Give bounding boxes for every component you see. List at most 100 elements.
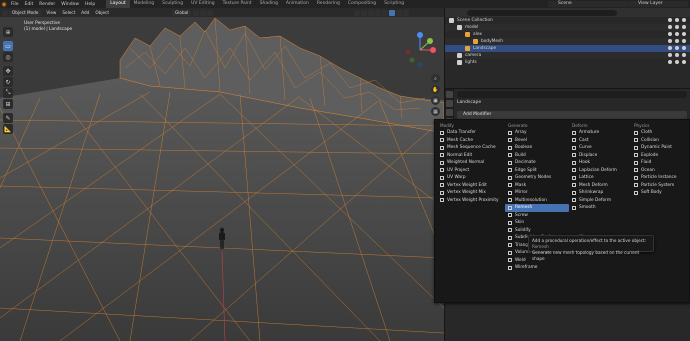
display-mode-icon[interactable]	[456, 9, 462, 16]
new-collection-icon[interactable]	[630, 9, 636, 16]
menu-item-laplacian-deform[interactable]: Laplacian Deform	[569, 167, 633, 175]
eye-icon[interactable]	[675, 32, 679, 36]
move-icon[interactable]: ✥	[3, 66, 13, 76]
menu-item-mesh-cache[interactable]: Mesh Cache	[437, 137, 501, 145]
menu-item-curve[interactable]: Curve	[569, 144, 633, 152]
menu-select[interactable]: Select	[59, 10, 78, 15]
scale-icon[interactable]: ⤡	[3, 88, 13, 98]
grid-view-icon[interactable]: ▦	[431, 107, 440, 116]
tab-rendering[interactable]: Rendering	[313, 0, 344, 8]
menu-item-uv-project[interactable]: UV Project	[437, 167, 501, 175]
menu-item-collision[interactable]: Collision	[631, 137, 690, 145]
menu-item-cloth[interactable]: Cloth	[631, 129, 690, 137]
rotate-icon[interactable]: ↻	[3, 77, 13, 87]
menu-item-ocean[interactable]: Ocean	[631, 167, 690, 175]
tab-texture-paint[interactable]: Texture Paint	[219, 0, 256, 8]
tab-tool-icon[interactable]	[446, 91, 453, 98]
outliner-row[interactable]: bodyMesh	[445, 38, 690, 45]
tab-output-icon[interactable]	[446, 109, 453, 116]
editor-type-icon[interactable]	[449, 9, 455, 16]
tab-scripting[interactable]: Scripting	[380, 0, 408, 8]
checkbox-icon[interactable]	[668, 18, 672, 22]
filter-icon[interactable]	[623, 9, 629, 16]
overlay-toggle-icon[interactable]	[368, 9, 375, 16]
scene-selector[interactable]: Scene	[548, 1, 628, 7]
menu-item-screw[interactable]: Screw	[505, 212, 569, 220]
transform-icon[interactable]: ⊞	[3, 99, 13, 109]
tab-shading[interactable]: Shading	[256, 0, 282, 8]
checkbox-icon[interactable]	[668, 25, 672, 29]
menu-item-simple-deform[interactable]: Simple Deform	[569, 197, 633, 205]
menu-item-mesh-deform[interactable]: Mesh Deform	[569, 182, 633, 190]
menu-item-vertex-weight-mix[interactable]: Vertex Weight Mix	[437, 189, 501, 197]
editor-type-icon[interactable]	[2, 9, 8, 16]
outliner-row[interactable]: model	[445, 24, 690, 31]
camera-icon[interactable]	[682, 39, 686, 43]
eye-icon[interactable]	[675, 25, 679, 29]
menu-object[interactable]: Object	[92, 10, 112, 15]
menu-edit[interactable]: Edit	[22, 2, 37, 7]
checkbox-icon[interactable]	[668, 60, 672, 64]
tab-sculpting[interactable]: Sculpting	[158, 0, 187, 8]
select-box-icon[interactable]: ▭	[3, 41, 13, 51]
menu-file[interactable]: File	[8, 2, 22, 7]
view-layer-selector[interactable]: View Layer	[628, 1, 688, 7]
camera-icon[interactable]	[682, 18, 686, 22]
menu-item-lattice[interactable]: Lattice	[569, 174, 633, 182]
menu-item-cast[interactable]: Cast	[569, 137, 633, 145]
tab-layout[interactable]: Layout	[106, 0, 130, 8]
navigation-gizmo[interactable]	[400, 30, 440, 70]
eye-icon[interactable]	[675, 39, 679, 43]
visibility-icon[interactable]	[354, 9, 361, 16]
outliner-search-input[interactable]	[467, 9, 617, 16]
menu-item-mesh-sequence-cache[interactable]: Mesh Sequence Cache	[437, 144, 501, 152]
menu-item-armature[interactable]: Armature	[569, 129, 633, 137]
zoom-icon[interactable]: ⌕	[431, 74, 440, 83]
menu-item-multiresolution[interactable]: Multiresolution	[505, 197, 569, 205]
blender-logo-icon[interactable]: ◉	[0, 0, 8, 8]
menu-item-mask[interactable]: Mask	[505, 182, 569, 190]
properties-search-input[interactable]	[457, 91, 687, 98]
transform-orientation-dropdown[interactable]: Global	[172, 9, 192, 16]
checkbox-icon[interactable]	[668, 53, 672, 57]
3d-viewport[interactable]: Object Mode View Select Add Object Globa…	[0, 8, 444, 341]
checkbox-icon[interactable]	[668, 39, 672, 43]
menu-item-decimate[interactable]: Decimate	[505, 159, 569, 167]
menu-render[interactable]: Render	[36, 2, 58, 7]
menu-item-particle-system[interactable]: Particle System	[631, 182, 690, 190]
pan-hand-icon[interactable]: ✋	[431, 85, 440, 94]
menu-item-edge-split[interactable]: Edge Split	[505, 167, 569, 175]
outliner-row[interactable]: lights	[445, 59, 690, 66]
menu-item-uv-warp[interactable]: UV Warp	[437, 174, 501, 182]
menu-item-skin[interactable]: Skin	[505, 219, 569, 227]
menu-item-boolean[interactable]: Boolean	[505, 144, 569, 152]
xray-icon[interactable]	[375, 9, 382, 16]
proportional-edit-icon[interactable]	[207, 9, 214, 16]
menu-item-solidify[interactable]: Solidify	[505, 227, 569, 235]
checkbox-icon[interactable]	[668, 46, 672, 50]
tab-render-icon[interactable]	[446, 100, 453, 107]
shading-wireframe-icon[interactable]	[382, 9, 389, 16]
menu-item-hook[interactable]: Hook	[569, 159, 633, 167]
menu-item-array[interactable]: Array	[505, 129, 569, 137]
menu-item-wireframe[interactable]: Wireframe	[505, 264, 569, 272]
tab-modeling[interactable]: Modeling	[130, 0, 158, 8]
cursor-tool-icon[interactable]: ◎	[3, 52, 13, 62]
menu-item-vertex-weight-edit[interactable]: Vertex Weight Edit	[437, 182, 501, 190]
snap-icon[interactable]	[200, 9, 207, 16]
menu-window[interactable]: Window	[58, 2, 82, 7]
menu-view[interactable]: View	[43, 10, 59, 15]
tab-animation[interactable]: Animation	[282, 0, 313, 8]
tab-uv-editing[interactable]: UV Editing	[187, 0, 218, 8]
menu-item-data-transfer[interactable]: Data Transfer	[437, 129, 501, 137]
menu-item-build[interactable]: Build	[505, 152, 569, 160]
checkbox-icon[interactable]	[668, 32, 672, 36]
menu-item-fluid[interactable]: Fluid	[631, 159, 690, 167]
camera-icon[interactable]	[682, 53, 686, 57]
add-modifier-button[interactable]: Add Modifier	[457, 111, 687, 119]
menu-item-remesh[interactable]: Remesh	[505, 204, 569, 212]
measure-icon[interactable]: 📐	[3, 124, 13, 134]
annotate-icon[interactable]: ✎	[3, 113, 13, 123]
menu-item-geometry-nodes[interactable]: Geometry Nodes	[505, 174, 569, 182]
shading-rendered-icon[interactable]	[403, 9, 410, 16]
